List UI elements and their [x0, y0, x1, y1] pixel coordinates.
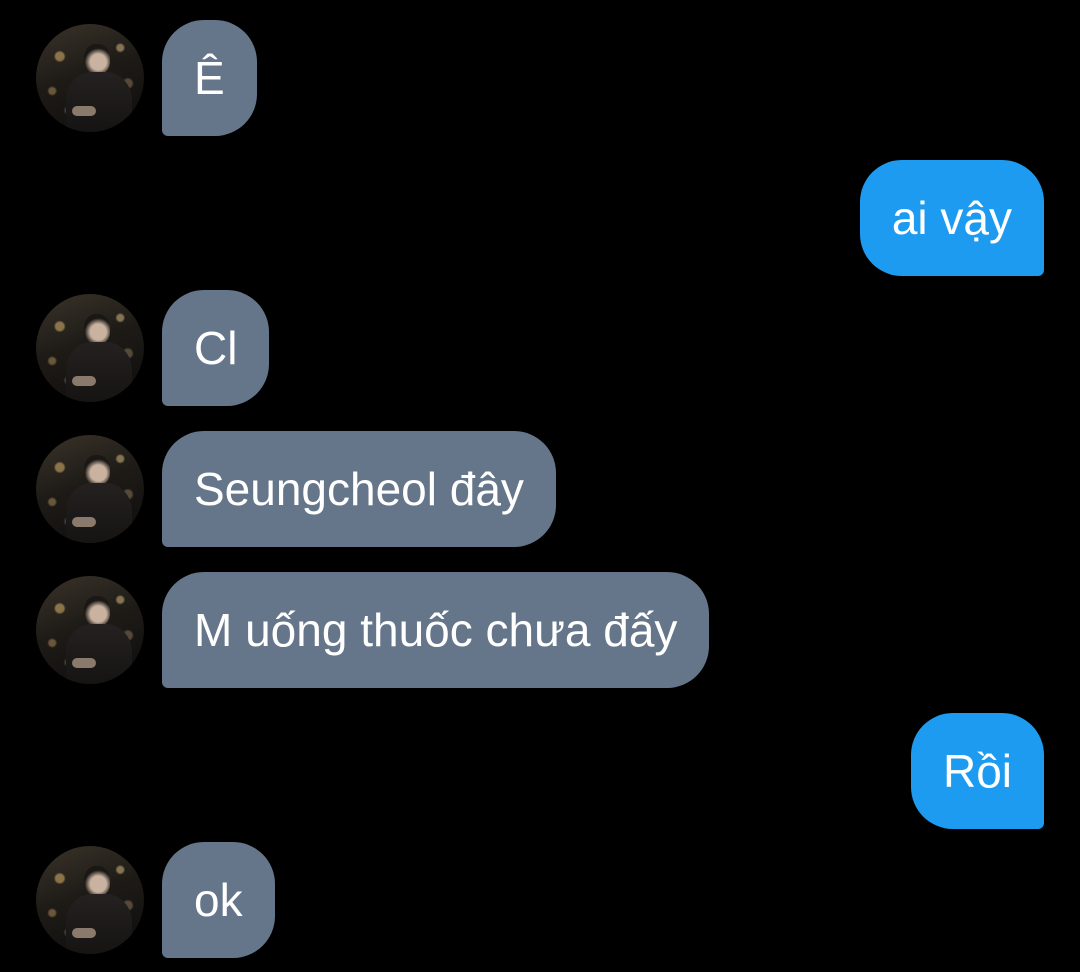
received-message-bubble[interactable]: M uống thuốc chưa đấy: [162, 572, 710, 688]
avatar-hands: [72, 106, 96, 116]
message-text: ok: [194, 874, 243, 926]
sent-message-bubble[interactable]: Rồi: [910, 713, 1044, 829]
received-message-bubble[interactable]: ok: [162, 842, 275, 958]
contact-avatar[interactable]: [36, 294, 144, 402]
message-text: ai vậy: [891, 192, 1012, 244]
received-message-bubble[interactable]: Ê: [162, 20, 257, 136]
message-text: Rồi: [942, 745, 1012, 797]
message-text: Cl: [194, 322, 238, 374]
avatar-body: [66, 342, 132, 402]
sent-message-bubble[interactable]: ai vậy: [859, 160, 1044, 276]
contact-avatar[interactable]: [36, 24, 144, 132]
avatar-head: [84, 596, 110, 626]
contact-avatar[interactable]: [36, 846, 144, 954]
avatar-hands: [72, 658, 96, 668]
avatar-head: [84, 44, 110, 74]
avatar-body: [66, 483, 132, 543]
avatar-hands: [72, 928, 96, 938]
avatar-head: [84, 866, 110, 896]
avatar-hands: [72, 517, 96, 527]
received-message-bubble[interactable]: Cl: [162, 290, 270, 406]
avatar-body: [66, 72, 132, 132]
contact-avatar[interactable]: [36, 435, 144, 543]
chat-thread[interactable]: Ê ai vậy Cl Seungcheol đây M uống thuốc …: [0, 0, 1080, 972]
message-text: Ê: [194, 52, 225, 104]
avatar-head: [84, 314, 110, 344]
received-message-bubble[interactable]: Seungcheol đây: [162, 431, 556, 547]
avatar-head: [84, 455, 110, 485]
contact-avatar[interactable]: [36, 576, 144, 684]
avatar-body: [66, 624, 132, 684]
avatar-hands: [72, 376, 96, 386]
message-text: Seungcheol đây: [194, 463, 524, 515]
message-text: M uống thuốc chưa đấy: [194, 604, 678, 656]
avatar-body: [66, 894, 132, 954]
